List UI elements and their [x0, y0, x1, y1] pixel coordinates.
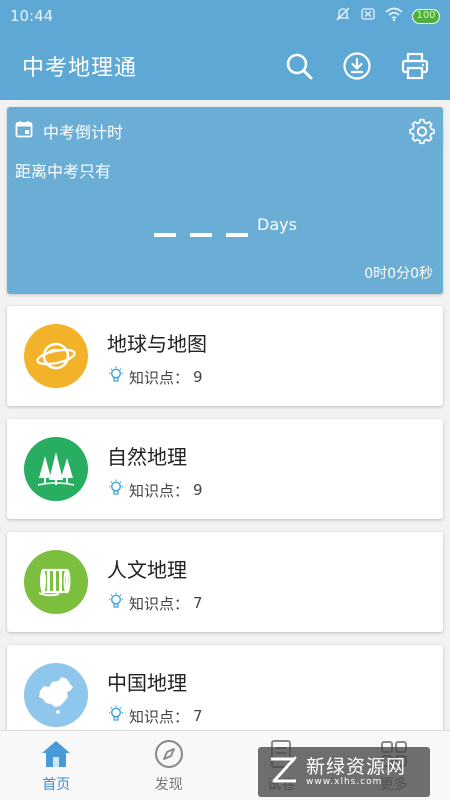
- planet-icon: [24, 324, 88, 388]
- watermark-text: 新绿资源网 www.xlhs.com: [306, 755, 407, 788]
- tab-discover[interactable]: 发现: [113, 731, 226, 800]
- trees-icon: [24, 437, 88, 501]
- app-bar: 中考地理通: [0, 32, 450, 100]
- lightbulb-icon: [107, 366, 125, 388]
- topic-count: 7: [193, 594, 203, 612]
- gear-icon[interactable]: [407, 117, 437, 147]
- status-time: 10:44: [10, 7, 54, 25]
- topic-meta: 知识点： 7: [107, 592, 203, 614]
- home-icon: [39, 737, 73, 771]
- countdown-days-placeholder: [154, 233, 248, 237]
- topic-meta-label: 知识点：: [129, 707, 190, 726]
- china-map-icon: [24, 663, 88, 727]
- tab-home[interactable]: 首页: [0, 731, 113, 800]
- topic-meta: 知识点： 9: [107, 366, 203, 388]
- topic-meta: 知识点： 7: [107, 705, 203, 727]
- printer-icon[interactable]: [400, 51, 430, 81]
- topic-name: 地球与地图: [107, 332, 207, 356]
- countdown-days-unit: Days: [257, 215, 297, 234]
- topic-name: 自然地理: [107, 445, 187, 469]
- topic-meta: 知识点： 9: [107, 479, 203, 501]
- countdown-card: 中考倒计时 距离中考只有 Days 0时0分0秒: [7, 107, 443, 294]
- tab-label: 发现: [154, 777, 183, 793]
- countdown-label: 中考倒计时: [43, 123, 124, 142]
- watermark-url: www.xlhs.com: [306, 776, 383, 787]
- battery-indicator: 100: [412, 8, 440, 24]
- topic-count: 7: [193, 707, 203, 725]
- lightbulb-icon: [107, 705, 125, 727]
- topic-meta-label: 知识点：: [129, 481, 190, 500]
- topic-card-human-geography[interactable]: 人文地理 知识点： 7: [7, 532, 443, 632]
- lightbulb-icon: [107, 592, 125, 614]
- app-bar-actions: [284, 51, 430, 81]
- topic-name: 人文地理: [107, 558, 187, 582]
- topic-count: 9: [193, 368, 203, 386]
- topic-card-earth-and-maps[interactable]: 地球与地图 知识点： 9: [7, 306, 443, 406]
- topic-meta-label: 知识点：: [129, 368, 190, 387]
- countdown-remaining-time: 0时0分0秒: [364, 266, 433, 282]
- app-title: 中考地理通: [22, 56, 138, 81]
- countdown-subtitle: 距离中考只有: [15, 162, 112, 181]
- sim-off-icon: [360, 6, 376, 26]
- watermark: 新绿资源网 www.xlhs.com: [258, 747, 430, 797]
- watermark-main: 新绿资源网: [306, 755, 407, 778]
- topic-name: 中国地理: [107, 671, 187, 695]
- topic-meta-label: 知识点：: [129, 594, 190, 613]
- status-icons: 100: [335, 6, 440, 26]
- topic-count: 9: [193, 481, 203, 499]
- scroll-icon: [24, 550, 88, 614]
- status-bar: 10:44 100: [0, 0, 450, 32]
- countdown-header: 中考倒计时: [15, 119, 123, 143]
- calendar-icon: [15, 120, 33, 142]
- topic-card-physical-geography[interactable]: 自然地理 知识点： 9: [7, 419, 443, 519]
- mute-icon: [335, 6, 351, 26]
- download-icon[interactable]: [342, 51, 372, 81]
- watermark-logo-icon: [266, 753, 300, 791]
- compass-icon: [152, 737, 186, 771]
- wifi-icon: [385, 6, 403, 26]
- search-icon[interactable]: [284, 51, 314, 81]
- tab-label: 首页: [42, 777, 71, 793]
- lightbulb-icon: [107, 479, 125, 501]
